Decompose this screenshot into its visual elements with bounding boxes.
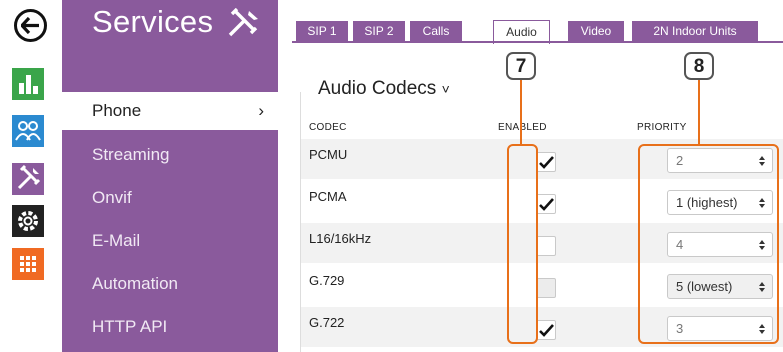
sidebar-item-automation[interactable]: Automation	[62, 265, 278, 303]
tab-bar: SIP 1 SIP 2 Calls Audio Video 2N Indoor …	[278, 0, 783, 44]
column-header-codec: CODEC	[309, 122, 347, 133]
tab-underline	[292, 41, 783, 43]
status-chart-icon[interactable]	[12, 68, 44, 100]
callout-7-line	[520, 80, 522, 145]
sidebar-item-onvif[interactable]: Onvif	[62, 179, 278, 217]
codec-name: PCMU	[309, 147, 348, 162]
codec-name: G.722	[309, 315, 345, 330]
tab-2n-indoor-units[interactable]: 2N Indoor Units	[632, 21, 758, 42]
codec-name: PCMA	[309, 189, 347, 204]
page-title: Services	[92, 4, 214, 39]
enabled-checkbox[interactable]	[536, 236, 556, 256]
settings-gear-icon[interactable]	[12, 205, 44, 237]
enabled-checkbox[interactable]	[536, 194, 556, 214]
section-title-audio-codecs[interactable]: Audio Codecs ˅	[318, 78, 450, 100]
sidebar-item-streaming[interactable]: Streaming	[62, 136, 278, 174]
callout-7-box	[507, 144, 538, 344]
section-title-text: Audio Codecs	[318, 78, 437, 99]
codec-name: G.729	[309, 273, 345, 288]
callout-7-badge: 7	[506, 52, 536, 80]
sidebar-item-label: Automation	[92, 274, 178, 293]
grid-apps-icon[interactable]	[12, 248, 44, 280]
tools-icon	[227, 7, 261, 43]
tab-sip2[interactable]: SIP 2	[353, 21, 405, 42]
enabled-checkbox[interactable]	[536, 152, 556, 172]
sidebar-item-label: Phone	[92, 101, 142, 120]
sidebar-item-label: Streaming	[92, 145, 170, 164]
sidebar-item-label: Onvif	[92, 188, 132, 207]
enabled-checkbox[interactable]	[536, 278, 556, 298]
codec-name: L16/16kHz	[309, 231, 372, 246]
sidebar-item-phone[interactable]: Phone ›	[62, 92, 278, 130]
tab-calls[interactable]: Calls	[410, 21, 462, 42]
enabled-checkbox[interactable]	[536, 320, 556, 340]
tab-sip1[interactable]: SIP 1	[296, 21, 348, 42]
callout-8-box	[638, 144, 779, 344]
callout-8-line	[698, 80, 700, 145]
services-sidebar: Services Phone › Streaming Onvif E-Mail …	[62, 0, 278, 352]
icon-rail	[0, 0, 62, 352]
sidebar-item-email[interactable]: E-Mail	[62, 222, 278, 260]
tab-video[interactable]: Video	[568, 21, 624, 42]
services-tools-icon[interactable]	[12, 163, 44, 195]
sidebar-item-label: E-Mail	[92, 231, 141, 250]
users-icon[interactable]	[12, 115, 44, 147]
column-header-priority: PRIORITY	[637, 122, 687, 133]
main-content: SIP 1 SIP 2 Calls Audio Video 2N Indoor …	[278, 0, 783, 352]
back-arrow-icon[interactable]	[14, 9, 47, 42]
sidebar-item-label: HTTP API	[92, 317, 168, 336]
chevron-down-icon: ˅	[441, 81, 450, 97]
callout-8-badge: 8	[684, 52, 714, 80]
chevron-right-icon: ›	[258, 101, 264, 120]
column-header-enabled: ENABLED	[498, 122, 547, 133]
sidebar-item-http-api[interactable]: HTTP API	[62, 308, 278, 346]
